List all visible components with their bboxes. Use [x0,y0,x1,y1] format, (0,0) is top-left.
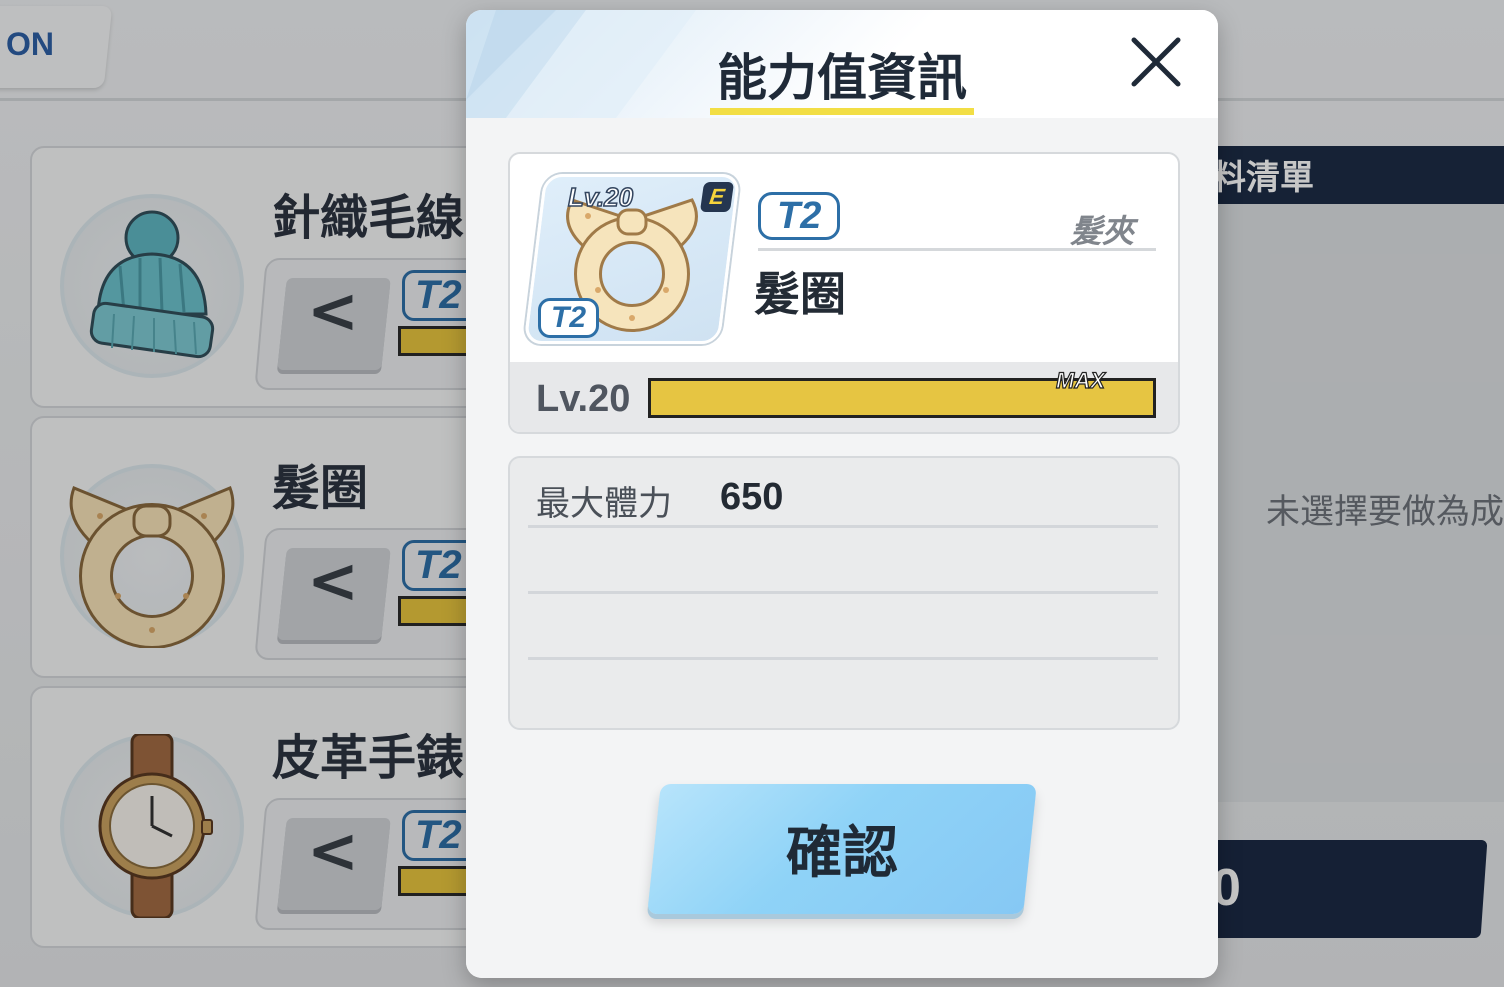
stat-value: 650 [720,476,784,518]
title-underline [710,108,974,115]
equipment-icon-tier: T2 [538,298,600,338]
equipment-separator [758,248,1156,251]
tier-badge: T2 [758,192,841,240]
equipment-type: 髮夾 [1070,212,1135,250]
grade-badge: E [699,182,735,212]
equipment-card: Lv.20 E T2 T2 髮夾 髮圈 Lv.20 MAX [508,152,1180,434]
equipment-icon-level: Lv.20 [567,181,634,213]
stat-row: 最大體力 650 [528,462,1158,528]
equipment-level-label: Lv.20 [536,378,631,420]
max-label: MAX [1055,367,1105,393]
stats-panel: 最大體力 650 [508,456,1180,730]
stat-label: 最大體力 [536,484,672,524]
close-button[interactable] [1126,32,1186,92]
equipment-level-row: Lv.20 MAX [510,362,1178,432]
stat-row [528,528,1158,594]
stat-info-dialog: 能力值資訊 Lv.20 E T2 T2 髮夾 髮圈 Lv.20 MAX 最大體力… [466,10,1218,978]
dialog-title: 能力值資訊 [717,49,967,107]
confirm-button-label: 確認 [786,821,898,886]
stat-row [528,594,1158,660]
close-icon [1131,37,1181,87]
equipment-name: 髮圈 [754,267,846,321]
